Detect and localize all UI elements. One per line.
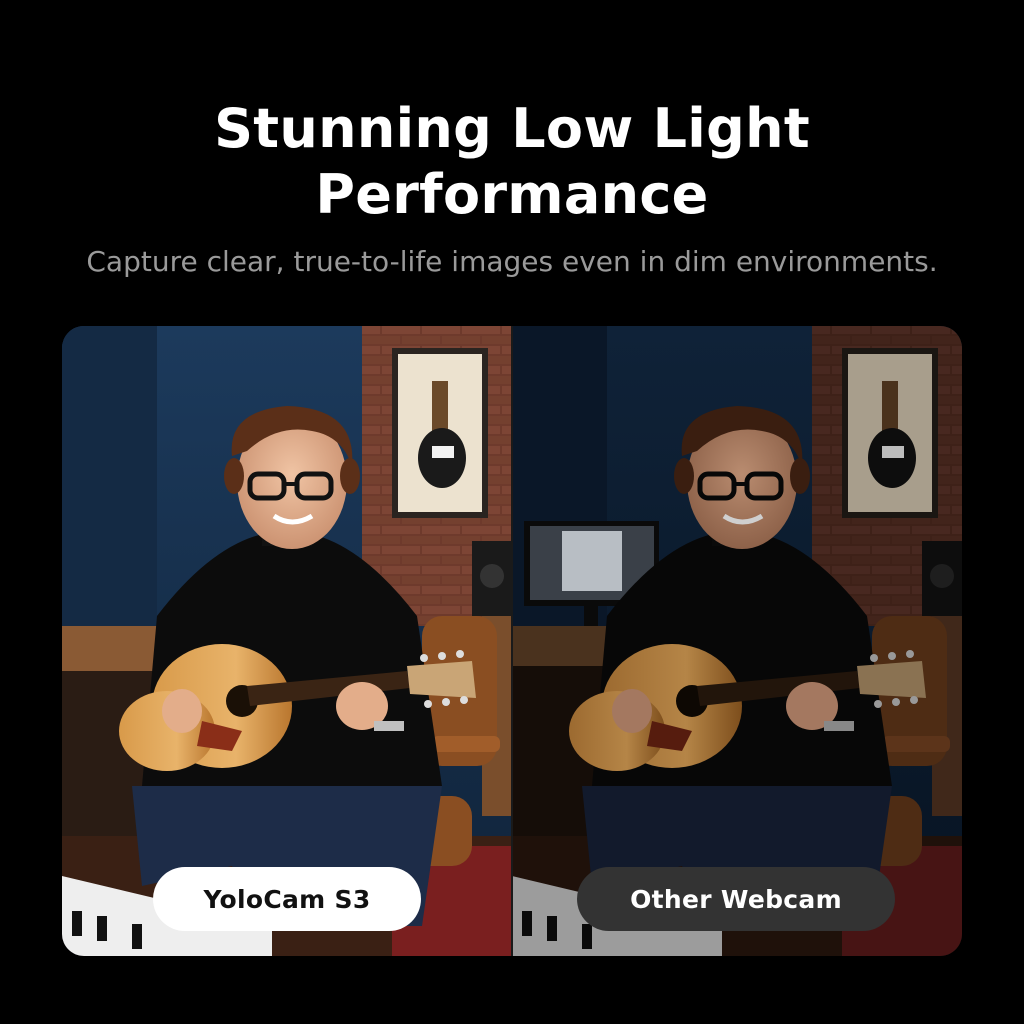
- yolocam-photo: [62, 326, 512, 956]
- comparison-frame: YoloCam S3 Other Webcam: [62, 326, 962, 956]
- yolocam-label-pill: YoloCam S3: [153, 867, 421, 931]
- headline: Stunning Low Light Performance: [0, 96, 1024, 228]
- headline-line-1: Stunning Low Light: [214, 97, 810, 160]
- other-webcam-label-pill: Other Webcam: [577, 867, 895, 931]
- other-webcam-label: Other Webcam: [630, 884, 842, 914]
- other-webcam-photo: [512, 326, 962, 956]
- comparison-divider: [511, 326, 513, 956]
- subtitle: Capture clear, true-to-life images even …: [86, 245, 938, 278]
- yolocam-label: YoloCam S3: [203, 884, 371, 914]
- page: Stunning Low Light Performance Capture c…: [0, 0, 1024, 1024]
- headline-line-2: Performance: [315, 163, 709, 226]
